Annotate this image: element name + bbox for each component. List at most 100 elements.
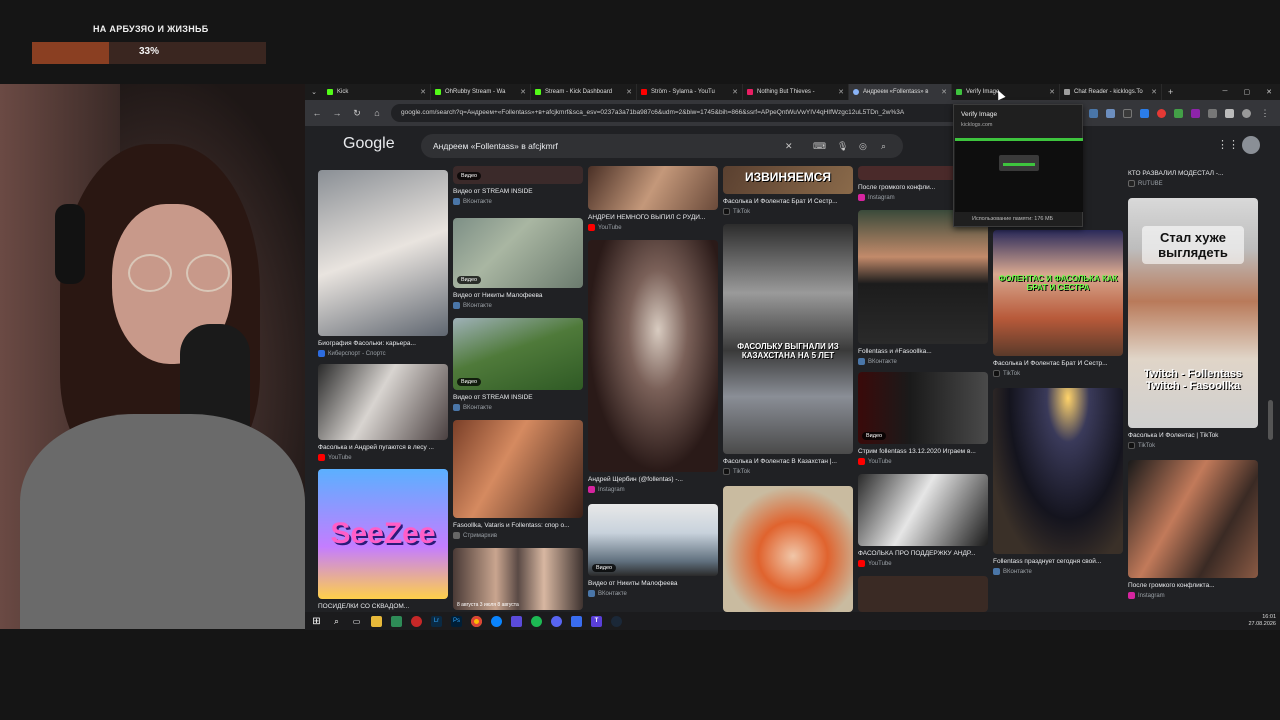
result-thumbnail[interactable]: Видео — [588, 504, 718, 576]
tab[interactable]: Verify Image ✕ — [952, 84, 1060, 100]
extension-icon[interactable] — [1123, 108, 1132, 118]
close-icon[interactable]: ✕ — [622, 88, 632, 96]
lens-icon[interactable]: ◎ — [859, 134, 867, 158]
close-icon[interactable]: ✕ — [834, 88, 844, 96]
windows-start-icon[interactable]: ⊞ — [311, 616, 322, 627]
result-title[interactable]: Фасолька и Андрей пугаются в лесу ... — [318, 444, 448, 451]
profile-icon[interactable] — [1242, 108, 1251, 118]
search-box[interactable]: Андреем «Follentass» в afcjkmrf ✕ ⌨ 🎙 ◎ … — [421, 134, 903, 158]
image-result[interactable]: ФАСОЛЬКА ПРО ПОДДЕРЖКУ АНДР... YouTube — [858, 474, 988, 570]
result-title[interactable]: Стрим follentass 13.12.2020 Играем в... — [858, 448, 988, 455]
image-result[interactable]: ФАСОЛЬКУ ВЫГНАЛИ ИЗ КАЗАХСТАНА НА 5 ЛЕТ … — [723, 224, 853, 478]
result-title[interactable]: Фасолька И Фолентас | TikTok — [1128, 432, 1258, 439]
image-result[interactable]: АНДРЕЙ НЕМНОГО ВЫПИЛ С РУДИ... YouTube — [588, 166, 718, 234]
result-thumbnail[interactable] — [453, 420, 583, 518]
spotify-icon[interactable] — [531, 615, 542, 627]
extension-icon[interactable] — [1089, 108, 1098, 118]
tab[interactable]: OhRubby Stream - Wa ✕ — [431, 84, 531, 100]
photoshop-icon[interactable]: Ps — [451, 615, 462, 627]
image-result[interactable]: ФОЛЕНТАС И ФАСОЛЬКА КАК БРАТ И СЕСТРА Фа… — [993, 230, 1123, 380]
result-thumbnail[interactable] — [858, 474, 988, 546]
result-thumbnail[interactable]: Видео — [453, 218, 583, 288]
extension-icon[interactable] — [1208, 108, 1217, 118]
result-thumbnail[interactable] — [723, 486, 853, 612]
result-title[interactable]: Фасолька И Фолентас Брат И Сестр... — [993, 360, 1123, 367]
clear-icon[interactable]: ✕ — [785, 134, 793, 158]
minimize-icon[interactable]: ─ — [1223, 88, 1228, 96]
result-thumbnail[interactable]: ФОЛЕНТАС И ФАСОЛЬКА КАК БРАТ И СЕСТРА — [993, 230, 1123, 356]
lightroom-icon[interactable]: Lr — [431, 615, 442, 627]
search-input[interactable]: Андреем «Follentass» в afcjkmrf — [433, 134, 558, 158]
image-result[interactable] — [723, 486, 853, 612]
result-thumbnail[interactable] — [588, 166, 718, 210]
result-title[interactable]: Фасолька И Фолентас В Казахстан |... — [723, 458, 853, 465]
task-view-icon[interactable]: ▭ — [351, 616, 362, 627]
discord-icon[interactable] — [551, 615, 562, 627]
close-icon[interactable]: ✕ — [516, 88, 526, 96]
app-icon[interactable] — [571, 615, 582, 627]
image-result[interactable]: Видео Видео от Никиты Малофеева ВКонтакт… — [453, 218, 583, 310]
extension-icon[interactable] — [1191, 108, 1200, 118]
extension-icon[interactable] — [1140, 108, 1149, 118]
extension-icon[interactable] — [1174, 108, 1183, 118]
tab[interactable]: Nothing But Thieves - ✕ — [743, 84, 849, 100]
result-thumbnail[interactable] — [1128, 460, 1258, 578]
image-result[interactable]: Follentass и #Fasoollka... ВКонтакте — [858, 210, 988, 368]
result-title[interactable]: Фасолька И Фолентас Брат И Сестр... — [723, 198, 853, 205]
result-thumbnail[interactable] — [318, 170, 448, 336]
image-result[interactable]: Биография Фасольки: карьера... Киберспор… — [318, 170, 448, 357]
home-icon[interactable]: ⌂ — [371, 108, 383, 118]
new-tab-button[interactable]: + — [1162, 87, 1179, 97]
image-result[interactable]: Видео Стрим follentass 13.12.2020 Играем… — [858, 372, 988, 468]
close-icon[interactable]: ✕ — [416, 88, 426, 96]
image-result[interactable]: После громкого конфликта... Instagram — [1128, 460, 1258, 602]
menu-icon[interactable]: ⋮ — [1259, 108, 1271, 119]
microphone-icon[interactable]: 🎙 — [837, 134, 848, 158]
image-result[interactable]: КТО РАЗВАЛИЛ МОДЕСТАЛ -... RUTUBE — [1128, 170, 1258, 194]
result-title[interactable]: Fasoollka, Vataris и Follentass: спор о.… — [453, 522, 583, 529]
app-icon[interactable] — [411, 615, 422, 627]
search-icon[interactable]: ⌕ — [331, 616, 342, 627]
result-thumbnail[interactable] — [858, 576, 988, 612]
image-result[interactable] — [858, 576, 988, 612]
image-result[interactable]: ИЗВИНЯЕМСЯ Фасолька И Фолентас Брат И Се… — [723, 166, 853, 218]
extension-icon[interactable] — [1106, 108, 1115, 118]
image-result[interactable]: Fasoollka, Vataris и Follentass: спор о.… — [453, 420, 583, 542]
result-thumbnail[interactable]: 8 августа 3 июля 8 августа — [453, 548, 583, 610]
system-clock[interactable]: 16:01 27.08.2026 — [1248, 614, 1276, 628]
avatar[interactable] — [1242, 136, 1260, 154]
app-icon[interactable] — [491, 615, 502, 627]
tab-active[interactable]: Андреем «Follentass» в ✕ — [849, 84, 952, 100]
result-thumbnail[interactable]: Видео — [858, 372, 988, 444]
result-title[interactable]: Видео от Никиты Малофеева — [588, 580, 718, 587]
close-window-icon[interactable]: ✕ — [1266, 88, 1272, 96]
result-thumbnail[interactable] — [993, 388, 1123, 554]
search-icon[interactable]: ⌕ — [881, 134, 886, 158]
close-icon[interactable]: ✕ — [1147, 88, 1157, 96]
result-thumbnail[interactable] — [318, 364, 448, 440]
tab[interactable]: Ström - Sylarna - YouTu ✕ — [637, 84, 743, 100]
result-title[interactable]: Биография Фасольки: карьера... — [318, 340, 448, 347]
image-result[interactable]: 8 августа 3 июля 8 августа — [453, 548, 583, 612]
address-bar[interactable]: google.com/search?q=Андреем+«Follentass»… — [391, 104, 1001, 122]
google-logo[interactable]: Google — [343, 135, 395, 153]
keyboard-icon[interactable]: ⌨ — [813, 134, 826, 158]
result-title[interactable]: Видео от STREAM INSIDE — [453, 394, 583, 401]
result-thumbnail[interactable]: Видео — [453, 166, 583, 184]
extension-icon[interactable] — [1225, 108, 1234, 118]
page-scrollbar[interactable] — [1268, 400, 1273, 440]
back-icon[interactable]: ← — [311, 108, 323, 118]
result-title[interactable]: Видео от STREAM INSIDE — [453, 188, 583, 195]
forward-icon[interactable]: → — [331, 108, 343, 118]
result-thumbnail[interactable]: Видео — [453, 318, 583, 390]
close-icon[interactable]: ✕ — [937, 88, 947, 96]
extension-icon[interactable] — [1157, 108, 1166, 118]
image-result[interactable]: Follentass празднует сегодня свой... ВКо… — [993, 388, 1123, 578]
chrome-icon[interactable] — [471, 615, 482, 627]
result-thumbnail[interactable]: SeeZee — [318, 469, 448, 599]
app-icon[interactable] — [391, 615, 402, 627]
result-title[interactable]: ФАСОЛЬКА ПРО ПОДДЕРЖКУ АНДР... — [858, 550, 988, 557]
tab[interactable]: Chat Reader - kicklogs.To ✕ — [1060, 84, 1162, 100]
result-thumbnail[interactable] — [858, 210, 988, 344]
file-explorer-icon[interactable] — [371, 615, 382, 627]
